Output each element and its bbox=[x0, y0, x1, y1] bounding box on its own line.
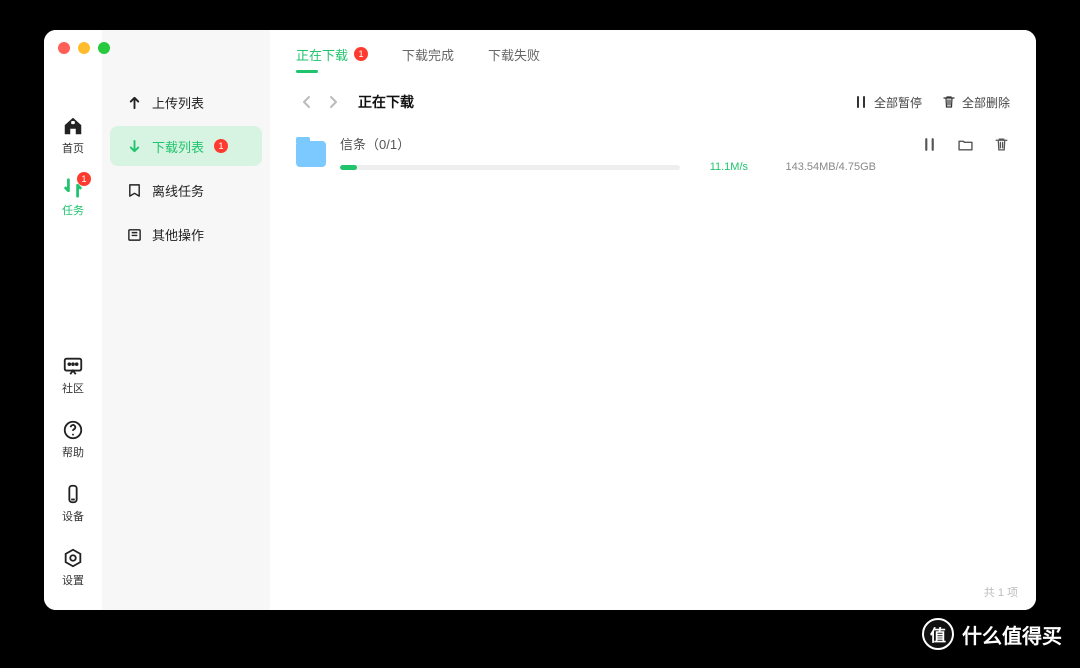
nav-device-label: 设备 bbox=[62, 508, 84, 524]
help-icon bbox=[61, 418, 85, 442]
pause-icon bbox=[854, 95, 868, 109]
offline-icon bbox=[126, 182, 142, 198]
task-sidebar: 上传列表 下载列表 1 离线任务 其他操作 bbox=[102, 30, 270, 610]
nav-community-label: 社区 bbox=[62, 380, 84, 396]
sidebar-download-badge: 1 bbox=[214, 139, 228, 153]
download-size: 143.54MB/4.75GB bbox=[766, 161, 876, 173]
sidebar-item-upload[interactable]: 上传列表 bbox=[110, 82, 262, 122]
pause-item-button[interactable] bbox=[920, 136, 938, 154]
nav-device[interactable]: 设备 bbox=[61, 482, 85, 524]
forward-button[interactable] bbox=[322, 91, 344, 113]
tab-label: 下载完成 bbox=[402, 45, 454, 64]
back-button[interactable] bbox=[296, 91, 318, 113]
nav-task-label: 任务 bbox=[62, 202, 84, 218]
device-icon bbox=[61, 482, 85, 506]
settings-icon bbox=[61, 546, 85, 570]
close-icon[interactable] bbox=[58, 42, 70, 54]
nav-help-label: 帮助 bbox=[62, 444, 84, 460]
tab-label: 正在下载 bbox=[296, 45, 348, 64]
app-window: 首页 1 任务 社区 帮助 设备 bbox=[44, 30, 1036, 610]
nav-rail: 首页 1 任务 社区 帮助 设备 bbox=[44, 30, 102, 610]
download-icon bbox=[126, 138, 142, 154]
nav-task-badge: 1 bbox=[77, 172, 91, 186]
progress-bar bbox=[340, 165, 680, 170]
button-label: 全部删除 bbox=[962, 94, 1010, 111]
nav-task[interactable]: 1 任务 bbox=[61, 176, 85, 218]
transfer-icon: 1 bbox=[61, 176, 85, 200]
tab-done[interactable]: 下载完成 bbox=[402, 45, 454, 64]
breadcrumb-nav bbox=[296, 91, 344, 113]
tab-failed[interactable]: 下载失败 bbox=[488, 45, 540, 64]
other-icon bbox=[126, 226, 142, 242]
delete-item-button[interactable] bbox=[992, 136, 1010, 154]
tab-label: 下载失败 bbox=[488, 45, 540, 64]
watermark-icon: 值 bbox=[922, 618, 954, 650]
sidebar-item-other[interactable]: 其他操作 bbox=[110, 214, 262, 254]
sidebar-item-offline[interactable]: 离线任务 bbox=[110, 170, 262, 210]
main-panel: 正在下载 1 下载完成 下载失败 正在下载 全部暂停 全部删除 bbox=[270, 30, 1036, 610]
community-icon bbox=[61, 354, 85, 378]
nav-home-label: 首页 bbox=[62, 140, 84, 156]
download-actions bbox=[920, 136, 1010, 154]
page-title: 正在下载 bbox=[358, 92, 414, 112]
sidebar-item-label: 离线任务 bbox=[152, 181, 204, 200]
trash-icon bbox=[942, 95, 956, 109]
download-item[interactable]: 信条（0/1） 11.1M/s 143.54MB/4.75GB bbox=[270, 126, 1036, 181]
button-label: 全部暂停 bbox=[874, 94, 922, 111]
sidebar-item-label: 上传列表 bbox=[152, 93, 204, 112]
upload-icon bbox=[126, 94, 142, 110]
nav-settings-label: 设置 bbox=[62, 572, 84, 588]
sidebar-item-label: 下载列表 bbox=[152, 137, 204, 156]
download-info: 信条（0/1） 11.1M/s 143.54MB/4.75GB bbox=[340, 134, 876, 173]
item-count: 共 1 项 bbox=[984, 584, 1018, 600]
sidebar-item-label: 其他操作 bbox=[152, 225, 204, 244]
window-traffic-lights bbox=[58, 42, 110, 54]
download-speed: 11.1M/s bbox=[698, 161, 748, 173]
sidebar-item-download[interactable]: 下载列表 1 bbox=[110, 126, 262, 166]
pause-all-button[interactable]: 全部暂停 bbox=[854, 94, 922, 111]
content-header: 正在下载 全部暂停 全部删除 bbox=[270, 78, 1036, 126]
open-folder-button[interactable] bbox=[956, 136, 974, 154]
watermark: 值 什么值得买 bbox=[922, 618, 1062, 650]
nav-settings[interactable]: 设置 bbox=[61, 546, 85, 588]
delete-all-button[interactable]: 全部删除 bbox=[942, 94, 1010, 111]
folder-icon bbox=[296, 141, 326, 167]
download-name: 信条（0/1） bbox=[340, 134, 876, 153]
minimize-icon[interactable] bbox=[78, 42, 90, 54]
maximize-icon[interactable] bbox=[98, 42, 110, 54]
tab-downloading[interactable]: 正在下载 1 bbox=[296, 45, 368, 64]
house-icon bbox=[61, 114, 85, 138]
tab-bar: 正在下载 1 下载完成 下载失败 bbox=[270, 30, 1036, 78]
tab-downloading-badge: 1 bbox=[354, 47, 368, 61]
nav-help[interactable]: 帮助 bbox=[61, 418, 85, 460]
watermark-text: 什么值得买 bbox=[962, 620, 1062, 649]
nav-home[interactable]: 首页 bbox=[61, 114, 85, 156]
nav-community[interactable]: 社区 bbox=[61, 354, 85, 396]
